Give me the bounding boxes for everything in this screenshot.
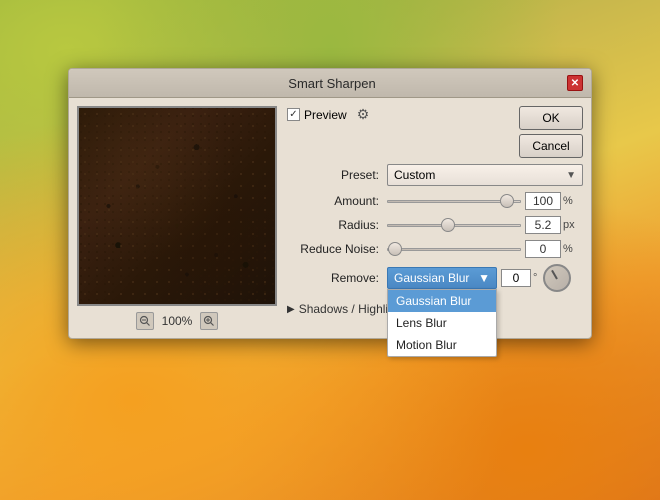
radius-row: Radius: 5.2 px: [287, 216, 583, 234]
action-buttons: OK Cancel: [519, 106, 583, 158]
radius-value[interactable]: 5.2: [525, 216, 561, 234]
remove-selected: Gaussian Blur: [394, 271, 469, 285]
remove-arrow-icon: ▼: [478, 271, 490, 285]
angle-value[interactable]: 0: [501, 269, 531, 287]
radius-unit: px: [563, 219, 583, 231]
zoom-in-button[interactable]: [200, 312, 218, 330]
remove-option-gaussian[interactable]: Gaussian Blur: [388, 290, 496, 312]
radius-label: Radius:: [287, 218, 387, 232]
preset-label: Preset:: [287, 168, 387, 182]
amount-value[interactable]: 100: [525, 192, 561, 210]
smart-sharpen-dialog: Smart Sharpen ✕ 100%: [68, 68, 592, 339]
preset-arrow-icon: ▼: [566, 170, 576, 181]
remove-option-motion[interactable]: Motion Blur: [388, 334, 496, 356]
dialog-body: 100% ✓: [69, 98, 591, 338]
preview-panel: 100%: [77, 106, 277, 330]
amount-thumb[interactable]: [500, 194, 514, 208]
reduce-noise-label: Reduce Noise:: [287, 242, 387, 256]
preview-controls: 100%: [77, 312, 277, 330]
remove-option-lens[interactable]: Lens Blur: [388, 312, 496, 334]
preview-image[interactable]: [77, 106, 277, 306]
reduce-noise-value[interactable]: 0: [525, 240, 561, 258]
amount-label: Amount:: [287, 194, 387, 208]
degree-unit: °: [533, 272, 537, 284]
dialog-titlebar: Smart Sharpen ✕: [69, 69, 591, 98]
radius-thumb[interactable]: [441, 218, 455, 232]
preview-checkbox-area[interactable]: ✓ Preview: [287, 108, 347, 122]
zoom-level: 100%: [162, 314, 193, 328]
preview-label: Preview: [304, 108, 347, 122]
preset-value: Custom: [394, 168, 435, 182]
preset-row: Preset: Custom ▼: [287, 164, 583, 186]
preset-dropdown[interactable]: Custom ▼: [387, 164, 583, 186]
cancel-button[interactable]: Cancel: [519, 134, 583, 158]
amount-unit: %: [563, 195, 583, 207]
amount-row: Amount: 100 %: [287, 192, 583, 210]
dialog-title: Smart Sharpen: [97, 76, 567, 91]
zoom-out-button[interactable]: [136, 312, 154, 330]
remove-dropdown-list: Gaussian Blur Lens Blur Motion Blur: [387, 289, 497, 357]
controls-panel: ✓ Preview ⚙ OK Cancel Preset: Custom ▼: [287, 106, 583, 330]
reduce-noise-thumb[interactable]: [388, 242, 402, 256]
close-button[interactable]: ✕: [567, 75, 583, 91]
expand-triangle-icon: ▶: [287, 304, 295, 315]
preview-checkbox[interactable]: ✓: [287, 108, 300, 121]
amount-slider[interactable]: [387, 193, 521, 209]
ok-button[interactable]: OK: [519, 106, 583, 130]
radius-track: [387, 224, 521, 227]
settings-gear-icon[interactable]: ⚙: [357, 106, 370, 123]
reduce-noise-track: [387, 248, 521, 251]
top-section: ✓ Preview ⚙ OK Cancel: [287, 106, 583, 158]
remove-dropdown[interactable]: Gaussian Blur ▼: [387, 267, 497, 289]
angle-dial[interactable]: [543, 264, 571, 292]
preview-and-gear: ✓ Preview ⚙: [287, 106, 369, 123]
reduce-noise-row: Reduce Noise: 0 %: [287, 240, 583, 258]
remove-dropdown-container: Gaussian Blur ▼ Gaussian Blur Lens Blur …: [387, 267, 497, 289]
amount-track: [387, 200, 521, 203]
reduce-noise-slider[interactable]: [387, 241, 521, 257]
radius-slider[interactable]: [387, 217, 521, 233]
remove-label: Remove:: [287, 271, 387, 285]
remove-row: Remove: Gaussian Blur ▼ Gaussian Blur Le…: [287, 264, 583, 292]
reduce-noise-unit: %: [563, 243, 583, 255]
